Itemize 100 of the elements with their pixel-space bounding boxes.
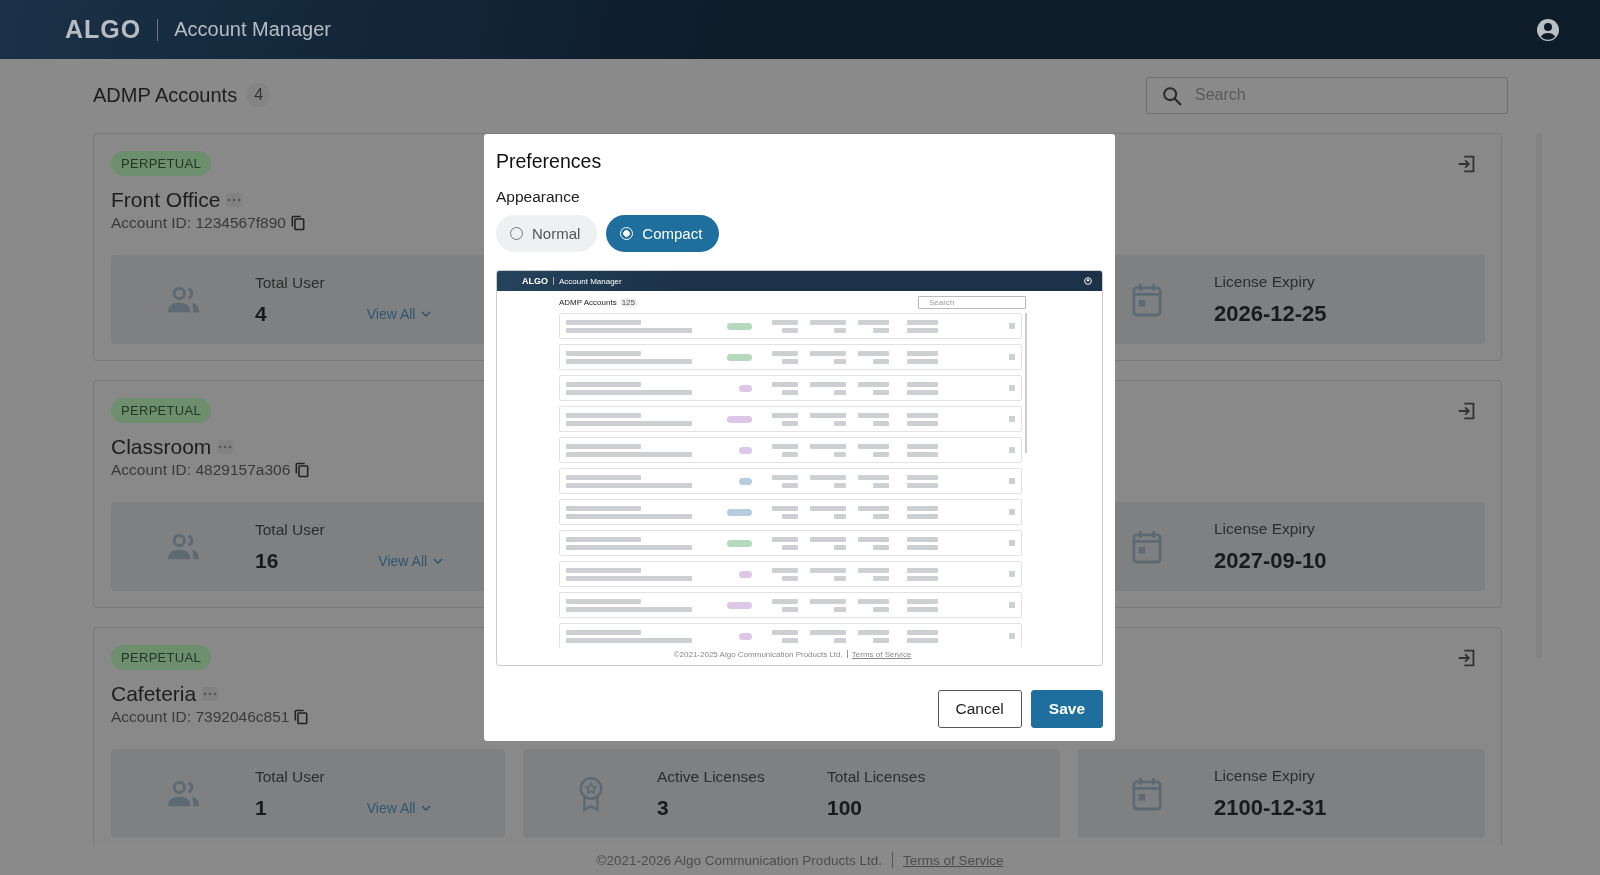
chevron-down-icon [421,804,432,811]
text-placeholder [810,598,846,612]
text-placeholder [858,381,889,395]
text-placeholder [907,598,938,612]
text-placeholder [907,629,938,643]
icon-placeholder [1009,447,1015,453]
account-id: Account ID: 1234567f890 [111,214,286,232]
more-options-icon[interactable] [217,440,234,454]
text-placeholder [858,505,889,519]
text-placeholder [810,319,846,333]
copy-icon[interactable] [290,215,305,231]
stat-label: License Expiry [1214,519,1316,538]
app-title: Account Manager [559,276,622,286]
account-name: Classroom [111,435,212,459]
text-placeholder [772,567,798,581]
copy-icon[interactable] [294,709,309,725]
text-placeholder [772,536,798,550]
appearance-option[interactable]: Compact [606,215,720,252]
icon-placeholder [1009,540,1015,546]
stat-value: 4 [255,301,267,326]
save-button[interactable]: Save [1030,690,1103,728]
text-placeholder [772,319,798,333]
account-id: Account ID: 7392046c851 [111,708,290,726]
license-type-badge: PERPETUAL [111,398,211,423]
text-placeholder [772,350,798,364]
icon-placeholder [1009,323,1015,329]
cancel-button[interactable]: Cancel [937,690,1022,728]
text-placeholder [772,629,798,643]
text-placeholder [810,536,846,550]
text-placeholder [858,350,889,364]
stat-label: Total User [255,520,326,539]
text-placeholder [810,412,846,426]
text-placeholder [858,319,889,333]
stat-value: 2100-12-31 [1214,794,1328,821]
text-placeholder [810,443,846,457]
user-account-icon[interactable] [1536,17,1560,42]
appearance-option[interactable]: Normal [496,215,598,252]
more-options-icon[interactable] [202,687,219,701]
count-badge: 125 [619,297,637,307]
stat-label: License Expiry [1214,272,1316,291]
icon-placeholder [1009,571,1015,577]
text-placeholder [858,474,889,488]
calendar-icon [1132,776,1162,811]
stat-label: Total User [255,767,326,786]
text-placeholder [907,319,938,333]
page-title: ADMP Accounts [559,297,617,307]
stat-value: 16 [255,548,279,573]
page-title: ADMP Accounts [93,83,238,107]
license-type-badge: PERPETUAL [111,645,211,670]
text-placeholder [810,474,846,488]
logo: ALGO [65,15,142,44]
stat-label: Total User [255,273,326,292]
text-placeholder [772,381,798,395]
license-type-badge: PERPETUAL [111,151,211,176]
icon-placeholder [1009,478,1015,484]
calendar-icon [1132,282,1162,317]
app-title: Account Manager [174,18,331,41]
copyright-text: ©2021-2025 Algo Communication Products Ltd. [673,649,843,659]
icon-placeholder [1009,509,1015,515]
stat-value: 100 [827,795,864,820]
copy-icon[interactable] [295,462,310,478]
calendar-icon [1132,529,1162,564]
text-placeholder [907,505,938,519]
text-placeholder [810,505,846,519]
search-icon [1161,84,1183,107]
text-placeholder [907,567,938,581]
icon-placeholder [1009,385,1015,391]
text-placeholder [907,443,938,457]
chevron-down-icon [433,557,444,564]
stat-value: 3 [657,795,670,820]
text-placeholder [858,629,889,643]
text-placeholder [772,598,798,612]
stat-value: 2026-12-25 [1214,300,1328,327]
text-placeholder [772,412,798,426]
text-placeholder [858,443,889,457]
text-placeholder [907,412,938,426]
chevron-down-icon [421,310,432,317]
more-options-icon[interactable] [226,193,243,207]
text-placeholder [810,629,846,643]
account-id: Account ID: 4829157a306 [111,461,291,479]
text-placeholder [772,505,798,519]
text-placeholder [907,474,938,488]
text-placeholder [907,350,938,364]
copyright-text: ©2021-2026 Algo Communication Products Ltd. [596,852,882,868]
text-placeholder [772,443,798,457]
award-ribbon-icon [577,775,605,812]
stat-label: Active Licenses [657,767,766,786]
text-placeholder [810,381,846,395]
account-name: Front Office [111,188,221,212]
text-placeholder [907,381,938,395]
text-placeholder [858,412,889,426]
dialog-title: Preferences [496,149,603,174]
user-account-icon [1084,277,1092,285]
text-placeholder [810,350,846,364]
text-placeholder [907,536,938,550]
icon-placeholder [1009,416,1015,422]
text-placeholder [858,536,889,550]
stat-value: 1 [255,795,267,820]
icon-placeholder [1009,354,1015,360]
text-placeholder [858,567,889,581]
